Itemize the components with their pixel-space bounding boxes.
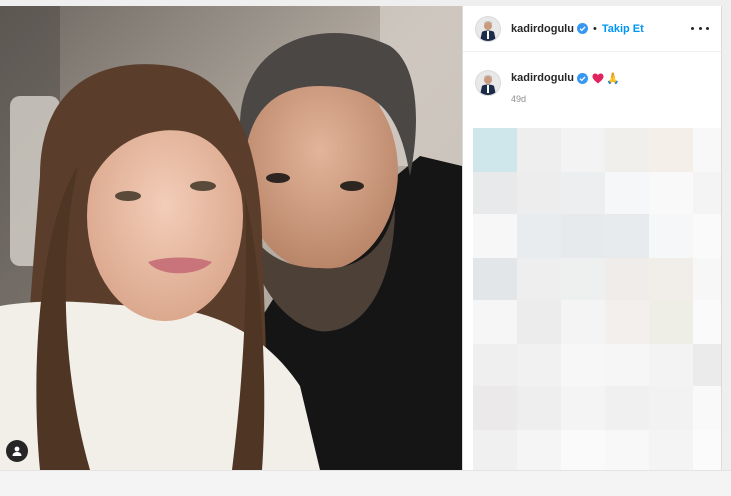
- post-side-panel: kadirdogulu • Takip Et kadirdogulu 🙏 49d: [462, 6, 722, 470]
- avatar[interactable]: [475, 15, 501, 42]
- caption-avatar[interactable]: [475, 70, 501, 96]
- avatar-image: [480, 21, 496, 41]
- verified-badge-icon: [576, 23, 588, 34]
- comments-pixelated: [471, 128, 721, 470]
- separator-dot: •: [592, 22, 597, 35]
- follow-button[interactable]: Takip Et: [602, 23, 644, 35]
- user-tag-button[interactable]: [6, 440, 28, 462]
- user-tag-icon: [12, 446, 22, 456]
- caption-line: kadirdogulu 🙏: [511, 70, 620, 86]
- post-image: [0, 6, 462, 470]
- avatar-image: [480, 75, 496, 95]
- username[interactable]: kadirdogulu: [511, 23, 574, 35]
- post-timestamp[interactable]: 49d: [511, 94, 620, 104]
- caption-username[interactable]: kadirdogulu: [511, 72, 574, 84]
- instagram-embed: kadirdogulu • Takip Et kadirdogulu 🙏 49d: [0, 0, 731, 496]
- caption-body: kadirdogulu 🙏 49d: [511, 70, 620, 104]
- more-options-icon[interactable]: [691, 22, 709, 36]
- post-header: kadirdogulu • Takip Et: [463, 6, 721, 52]
- red-heart-icon: [592, 73, 604, 84]
- page-bottom-strip: [0, 470, 731, 496]
- verified-badge-icon: [576, 72, 588, 84]
- caption-emoji: 🙏: [605, 72, 620, 85]
- caption: kadirdogulu 🙏 49d: [463, 52, 721, 104]
- post-photo[interactable]: [0, 6, 462, 470]
